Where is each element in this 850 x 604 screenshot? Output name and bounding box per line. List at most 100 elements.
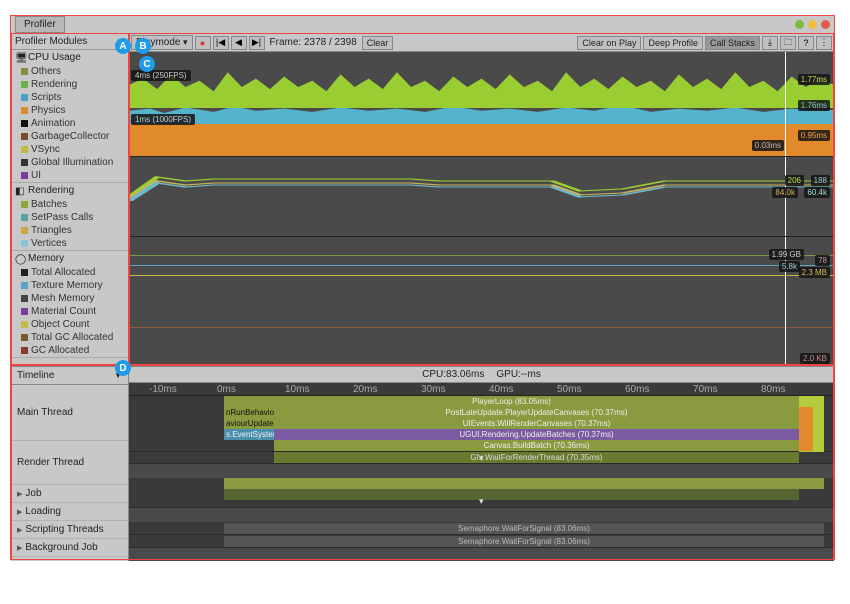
tick: 40ms <box>489 384 513 395</box>
minimize-icon[interactable] <box>795 20 804 29</box>
record-button[interactable]: ● <box>195 36 211 50</box>
color-swatch <box>21 227 28 234</box>
frame-next-button[interactable]: ▶| <box>249 36 265 50</box>
color-swatch <box>21 68 28 75</box>
chart-stack[interactable]: 4ms (250FPS) 1ms (1000FPS) 1.77ms 1.76ms… <box>129 52 834 366</box>
bar-sem1[interactable]: Semaphore.WaitForSignal (83.06ms) <box>224 523 824 534</box>
category-ui[interactable]: UI <box>11 169 128 182</box>
category-setpass-calls[interactable]: SetPass Calls <box>11 211 128 224</box>
category-label: SetPass Calls <box>31 212 93 223</box>
category-vertices[interactable]: Vertices <box>11 237 128 250</box>
bar-canvas[interactable]: Canvas.BuildBatch (70.36ms) <box>274 440 799 451</box>
bar-sem2[interactable]: Semaphore.WaitForSignal (83.06ms) <box>224 536 824 547</box>
category-vsync[interactable]: VSync <box>11 143 128 156</box>
load-button[interactable]: 🗀 <box>780 36 796 50</box>
deep-profile-button[interactable]: Deep Profile <box>643 36 703 50</box>
category-scripts[interactable]: Scripts <box>11 91 128 104</box>
category-label: VSync <box>31 144 60 155</box>
collapse-icon[interactable]: ▾ <box>479 453 484 464</box>
save-button[interactable]: ⤓ <box>762 36 778 50</box>
bar-behav2[interactable]: aviourUpdate (8.44 <box>224 418 274 429</box>
render-icon: ◧ <box>15 186 25 196</box>
timeline-view[interactable]: CPU:83.06ms GPU:--ms -10ms0ms10ms20ms30m… <box>129 367 834 561</box>
modules-dropdown[interactable]: Profiler Modules ▼ <box>11 34 128 50</box>
maximize-icon[interactable] <box>808 20 817 29</box>
frame-prev-button[interactable]: ◀ <box>231 36 247 50</box>
time-ruler[interactable]: -10ms0ms10ms20ms30ms40ms50ms60ms70ms80ms <box>129 383 834 396</box>
clear-on-play-button[interactable]: Clear on Play <box>577 36 641 50</box>
bar-evsys[interactable]: s.EventSystems:Ev <box>224 429 274 440</box>
category-label: UI <box>31 170 41 181</box>
bar-postlate[interactable]: PostLateUpdate.PlayerUpdateCanvases (70.… <box>274 407 799 418</box>
bar-tail-orange[interactable] <box>799 407 813 451</box>
readout-mesh: 78 <box>815 255 830 266</box>
timeline-tracks[interactable]: PlayerLoop (83.05ms) nRunBehaviourUpd. P… <box>129 396 834 561</box>
readout-scripts: 1.76ms <box>798 100 830 111</box>
memory-chart[interactable]: 1.99 GB 5.8k 78 2.3 MB 2.0 KB <box>129 237 834 366</box>
category-animation[interactable]: Animation <box>11 117 128 130</box>
color-swatch <box>21 240 28 247</box>
menu-button[interactable]: ⋮ <box>816 36 832 50</box>
bar-behav1[interactable]: nRunBehaviourUpd. <box>224 407 274 418</box>
category-batches[interactable]: Batches <box>11 198 128 211</box>
readout-gc: 2.0 KB <box>800 353 830 364</box>
category-object-count[interactable]: Object Count <box>11 318 128 331</box>
category-rendering[interactable]: Rendering <box>11 78 128 91</box>
call-stacks-button[interactable]: Call Stacks <box>705 36 760 50</box>
window-tab[interactable]: Profiler <box>15 16 65 33</box>
category-total-gc-allocated[interactable]: Total GC Allocated <box>11 331 128 344</box>
cpu-chart[interactable]: 4ms (250FPS) 1ms (1000FPS) 1.77ms 1.76ms… <box>129 52 834 157</box>
bar-playerloop[interactable]: PlayerLoop (83.05ms) <box>224 396 799 407</box>
window-controls <box>795 20 830 29</box>
category-label: Triangles <box>31 225 72 236</box>
thread-main[interactable]: Main Thread <box>11 385 128 441</box>
thread-job[interactable]: ▶Job <box>11 485 128 503</box>
frame-first-button[interactable]: |◀ <box>213 36 229 50</box>
bar-uievents[interactable]: UIEvents.WillRenderCanvases (70.37ms) <box>274 418 799 429</box>
color-swatch <box>21 94 28 101</box>
module-sidebar: Profiler Modules ▼ 🖥CPU Usage OthersRend… <box>11 34 129 366</box>
category-triangles[interactable]: Triangles <box>11 224 128 237</box>
category-mesh-memory[interactable]: Mesh Memory <box>11 292 128 305</box>
category-total-allocated[interactable]: Total Allocated <box>11 266 128 279</box>
color-swatch <box>21 321 28 328</box>
view-dropdown[interactable]: Timeline▼ <box>11 367 128 385</box>
readout-rendering: 1.77ms <box>798 74 830 85</box>
category-label: Total GC Allocated <box>31 332 113 343</box>
thread-scripting[interactable]: ▶Scripting Threads <box>11 521 128 539</box>
category-texture-memory[interactable]: Texture Memory <box>11 279 128 292</box>
callout-a: A <box>115 38 131 54</box>
cpu-time-label: CPU:83.06ms <box>422 369 484 380</box>
collapse-icon[interactable]: ▾ <box>479 496 484 507</box>
category-global-illumination[interactable]: Global Illumination <box>11 156 128 169</box>
profiler-window: A B C D Profiler Profiler Modules ▼ 🖥CPU… <box>10 15 835 560</box>
thread-render[interactable]: Render Thread <box>11 441 128 485</box>
color-swatch <box>21 159 28 166</box>
color-swatch <box>21 107 28 114</box>
clear-button[interactable]: Clear <box>362 36 394 50</box>
readout-physics: 0.95ms <box>798 130 830 141</box>
bar-ugui[interactable]: UGUI.Rendering.UpdateBatches (70.37ms) <box>274 429 799 440</box>
color-swatch <box>21 201 28 208</box>
help-button[interactable]: ? <box>798 36 814 50</box>
thread-bg[interactable]: ▶Background Job <box>11 539 128 557</box>
category-physics[interactable]: Physics <box>11 104 128 117</box>
category-garbagecollector[interactable]: GarbageCollector <box>11 130 128 143</box>
readout-others: 0.03ms <box>752 140 784 151</box>
thread-list: Timeline▼ Main Thread Render Thread ▶Job… <box>11 367 129 561</box>
category-others[interactable]: Others <box>11 65 128 78</box>
category-material-count[interactable]: Material Count <box>11 305 128 318</box>
module-cpu[interactable]: 🖥CPU Usage OthersRenderingScriptsPhysics… <box>11 50 128 183</box>
module-rendering[interactable]: ◧Rendering BatchesSetPass CallsTriangles… <box>11 183 128 251</box>
close-icon[interactable] <box>821 20 830 29</box>
rendering-chart[interactable]: 206 188 84.0k 60.4k <box>129 157 834 237</box>
category-label: Material Count <box>31 306 96 317</box>
category-gc-allocated[interactable]: GC Allocated <box>11 344 128 357</box>
thread-loading[interactable]: ▶Loading <box>11 503 128 521</box>
bar-render-mid[interactable] <box>224 489 799 500</box>
frame-cursor[interactable] <box>785 52 786 156</box>
bar-gfxwait[interactable]: Gfx.WaitForRenderThread (70.35ms) <box>274 452 799 463</box>
bar-render-top[interactable] <box>224 478 824 489</box>
title-bar: Profiler <box>11 16 834 34</box>
module-memory[interactable]: ◯Memory Total AllocatedTexture MemoryMes… <box>11 251 128 358</box>
